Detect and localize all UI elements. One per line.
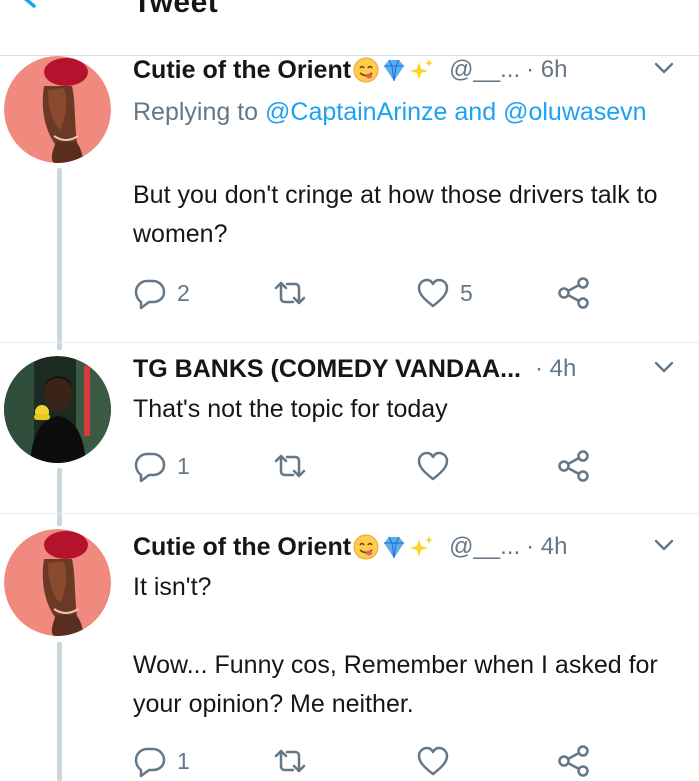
yum-emoji-icon [353, 534, 379, 560]
reply-button[interactable]: 1 [133, 446, 190, 486]
heart-icon [417, 278, 449, 308]
page-title: Tweet [133, 0, 219, 19]
tweet-text: It isn't? [133, 573, 212, 601]
thread-line [57, 642, 62, 781]
tweet-thread-page: Tweet Cutie of the Orient @__... · 6h Re… [0, 0, 699, 781]
user-handle[interactable]: @__... [449, 56, 520, 84]
reply-icon [134, 452, 166, 483]
tweet-header: TG BANKS (COMEDY VANDAA... · 4h [133, 352, 685, 386]
replying-to: Replying to @CaptainArinze and @oluwasev… [133, 92, 673, 132]
replying-prefix: Replying to [133, 98, 259, 126]
share-icon [558, 277, 589, 309]
gem-emoji-icon [384, 59, 405, 82]
retweet-button[interactable] [273, 273, 317, 313]
chevron-down-icon[interactable] [653, 60, 675, 76]
tweet-text: That's not the topic for today [133, 395, 448, 423]
yum-emoji-icon [353, 57, 379, 83]
tweet-text: But you don't cringe at how those driver… [133, 181, 658, 248]
gem-emoji-icon [384, 536, 405, 559]
reply-button[interactable]: 1 [133, 741, 190, 781]
mention-link[interactable]: @oluwasevn [503, 98, 647, 126]
retweet-icon [274, 454, 306, 478]
display-name[interactable]: TG BANKS (COMEDY VANDAA... [133, 355, 521, 384]
back-arrow-icon[interactable] [18, 0, 54, 16]
chevron-down-icon[interactable] [653, 537, 675, 553]
share-icon [558, 450, 589, 482]
tweet-header: Cutie of the Orient @__... · 4h [133, 530, 685, 564]
display-name[interactable]: Cutie of the Orient [133, 533, 351, 562]
like-button[interactable] [416, 741, 460, 781]
avatar[interactable] [4, 529, 111, 636]
tweet-actions: 1 [133, 741, 653, 781]
retweet-button[interactable] [273, 741, 317, 781]
divider [0, 513, 699, 514]
thread-line [57, 468, 62, 526]
sparkles-emoji-icon [410, 536, 434, 557]
heart-icon [417, 746, 449, 776]
reply-count: 2 [177, 279, 190, 306]
thread-line [57, 168, 62, 350]
share-button[interactable] [557, 446, 591, 486]
share-button[interactable] [557, 273, 591, 313]
retweet-icon [274, 749, 306, 773]
reply-icon [134, 279, 166, 310]
tweet-text: Wow... Funny cos, Remember when I asked … [133, 651, 658, 718]
reply-button[interactable]: 2 [133, 273, 190, 313]
timestamp[interactable]: · 4h [535, 355, 576, 383]
timestamp[interactable]: · 6h [526, 56, 567, 84]
sparkles-emoji-icon [410, 59, 434, 80]
tweet-header: Cutie of the Orient @__... · 6h [133, 53, 685, 87]
reply-icon [134, 747, 166, 778]
like-count: 5 [460, 279, 473, 306]
retweet-button[interactable] [273, 446, 317, 486]
user-handle[interactable]: @__... [449, 533, 520, 561]
heart-icon [417, 451, 449, 481]
share-button[interactable] [557, 741, 591, 781]
divider [0, 342, 699, 343]
retweet-icon [274, 281, 306, 305]
share-icon [558, 745, 589, 777]
tweet-actions: 2 5 [133, 273, 653, 313]
like-button[interactable]: 5 [416, 273, 473, 313]
display-name[interactable]: Cutie of the Orient [133, 56, 351, 85]
chevron-down-icon[interactable] [653, 359, 675, 375]
avatar[interactable] [4, 356, 111, 463]
top-bar: Tweet [0, 0, 699, 56]
like-button[interactable] [416, 446, 460, 486]
reply-count: 1 [177, 747, 190, 774]
reply-count: 1 [177, 452, 190, 479]
tweet-actions: 1 [133, 446, 653, 486]
timestamp[interactable]: · 4h [526, 533, 567, 561]
avatar[interactable] [4, 56, 111, 163]
replying-and[interactable]: and [454, 98, 496, 126]
mention-link[interactable]: @CaptainArinze [265, 98, 447, 126]
